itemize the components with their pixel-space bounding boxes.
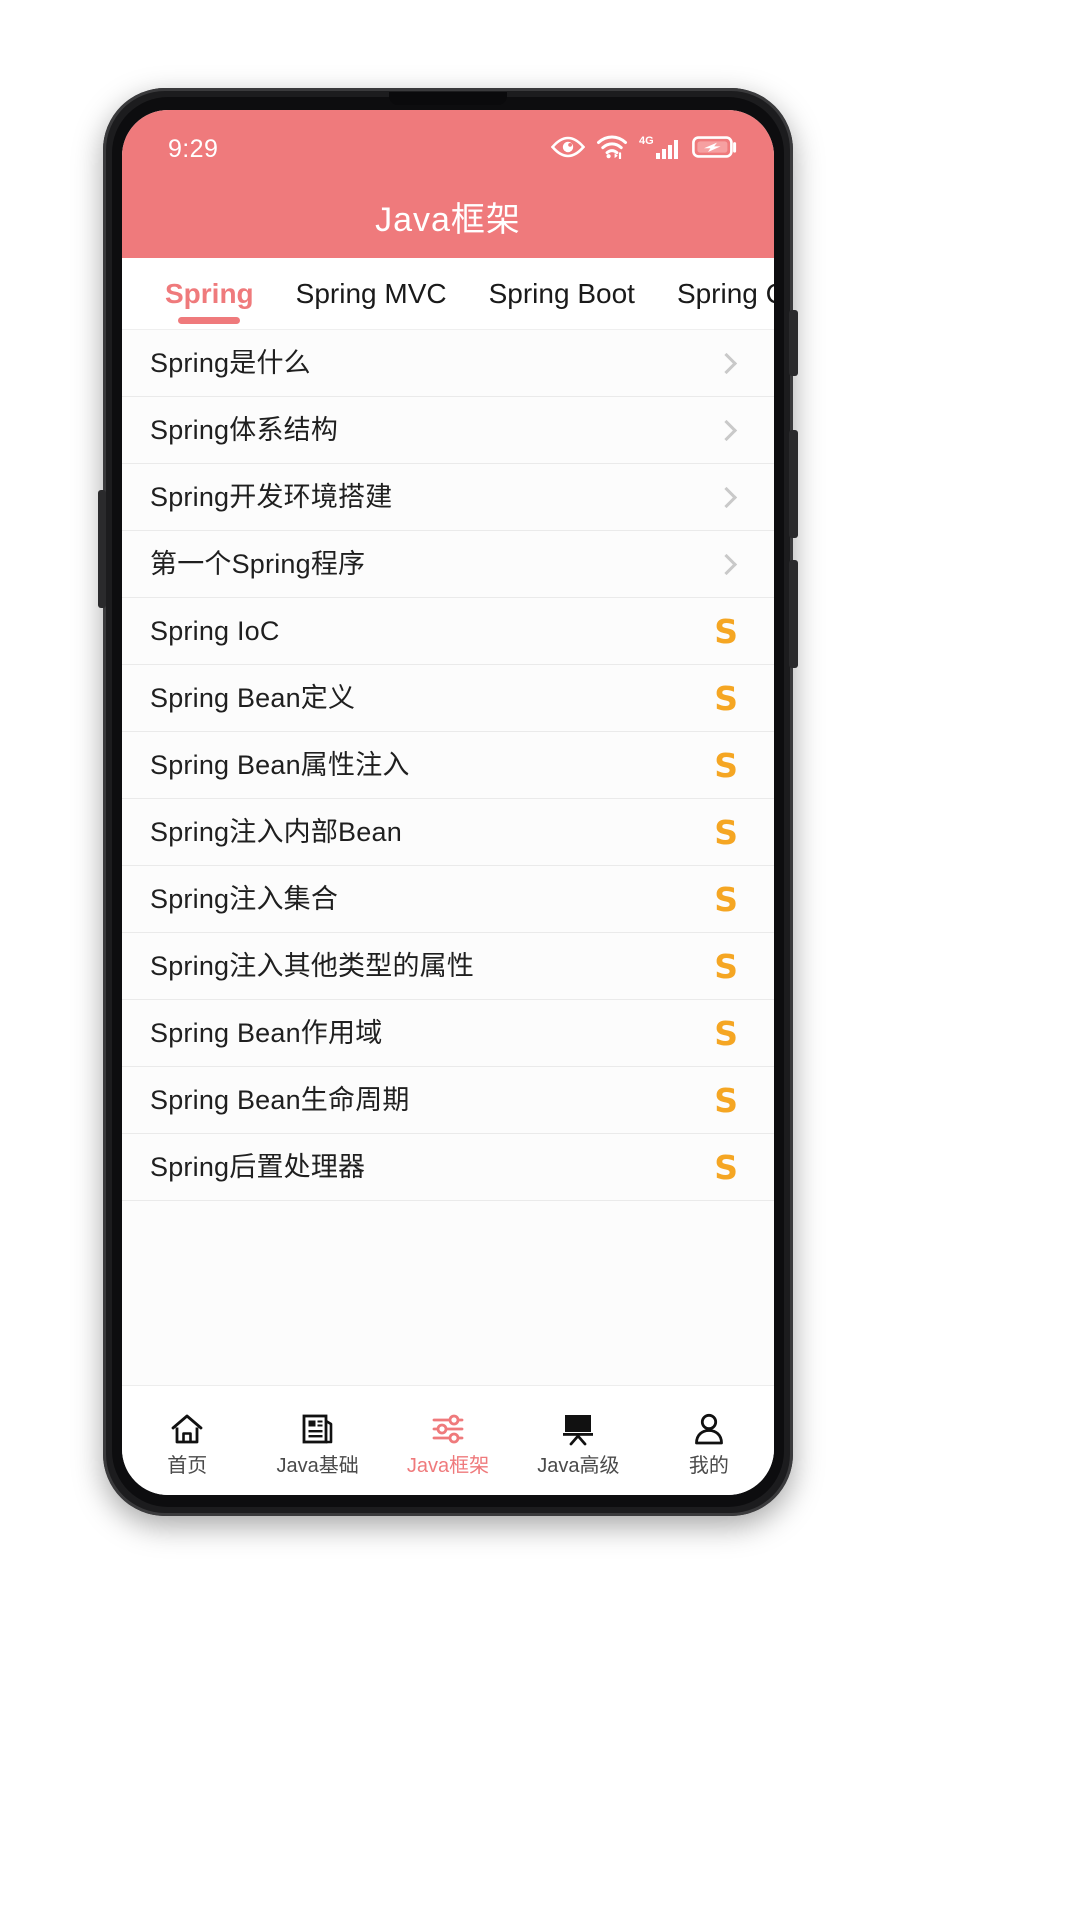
chevron-right-icon <box>715 553 738 575</box>
volume-down-button[interactable] <box>789 560 798 668</box>
sliders-icon <box>428 1409 468 1449</box>
list-item-title: Spring后置处理器 <box>150 1151 366 1182</box>
list-item[interactable]: Spring Bean定义 S <box>122 665 774 732</box>
tab-spring-cloud[interactable]: Spring Cloud <box>656 258 774 329</box>
bottom-navigation-bar[interactable]: 首页 Java基础 Java框架 Java高级 我的 <box>122 1385 774 1495</box>
battery-charging-icon <box>692 135 738 164</box>
nav-item-我的[interactable]: 我的 <box>644 1405 774 1476</box>
list-item[interactable]: Spring注入内部Bean S <box>122 799 774 866</box>
list-item[interactable]: Spring注入集合 S <box>122 866 774 933</box>
paid-content-icon: S <box>714 879 738 919</box>
document-icon <box>298 1409 338 1449</box>
paid-content-icon: S <box>714 1013 738 1053</box>
svg-text:4G: 4G <box>639 135 654 147</box>
phone-notch <box>389 92 507 105</box>
nav-item-Java框架[interactable]: Java框架 <box>383 1405 513 1476</box>
nav-item-label: Java基础 <box>276 1455 359 1477</box>
list-item-title: Spring开发环境搭建 <box>150 481 393 512</box>
nav-item-首页[interactable]: 首页 <box>122 1405 252 1476</box>
chevron-right-icon <box>715 419 738 441</box>
tab-label: Spring MVC <box>295 277 447 309</box>
list-item[interactable]: Spring是什么 <box>122 330 774 397</box>
paid-content-icon: S <box>714 745 738 785</box>
phone-screen: 9:29 4G Java框架 Spring Spring MVC Spring … <box>122 110 774 1495</box>
tab-spring-mvc[interactable]: Spring MVC <box>275 258 468 329</box>
list-item[interactable]: Spring体系结构 <box>122 397 774 464</box>
list-item[interactable]: Spring后置处理器 S <box>122 1134 774 1201</box>
status-bar: 9:29 4G <box>122 110 774 174</box>
list-item-title: Spring Bean作用域 <box>150 1017 383 1048</box>
nav-item-label: Java高级 <box>537 1455 620 1477</box>
nav-item-label: 我的 <box>688 1455 729 1477</box>
nav-item-Java基础[interactable]: Java基础 <box>252 1405 382 1476</box>
status-time: 9:29 <box>168 134 219 163</box>
list-item[interactable]: Spring Bean生命周期 S <box>122 1067 774 1134</box>
signal-4g-icon: 4G <box>639 134 681 165</box>
app-bar: Java框架 <box>122 174 774 258</box>
list-item-title: Spring Bean生命周期 <box>150 1084 410 1115</box>
tab-active-underline <box>178 316 241 324</box>
paid-content-icon: S <box>714 611 738 651</box>
paid-content-icon: S <box>714 678 738 718</box>
paid-content-icon: S <box>714 946 738 986</box>
status-icon-group: 4G <box>550 134 738 165</box>
nav-item-label: 首页 <box>167 1455 208 1477</box>
category-tab-strip[interactable]: SpringSpring MVCSpring BootSpring CloudM… <box>122 258 774 330</box>
list-item-title: Spring注入集合 <box>150 883 339 914</box>
tab-spring-boot[interactable]: Spring Boot <box>468 258 656 329</box>
list-item[interactable]: Spring开发环境搭建 <box>122 464 774 531</box>
list-item[interactable]: Spring注入其他类型的属性 S <box>122 933 774 1000</box>
wifi-icon <box>596 134 628 164</box>
paid-content-icon: S <box>714 1147 738 1187</box>
tab-label: Spring Cloud <box>676 277 774 309</box>
nav-item-Java高级[interactable]: Java高级 <box>513 1405 643 1476</box>
page-title: Java框架 <box>375 200 521 239</box>
list-item-title: Spring Bean定义 <box>150 682 356 713</box>
paid-content-icon: S <box>714 812 738 852</box>
list-item-title: 第一个Spring程序 <box>150 548 366 579</box>
home-icon <box>167 1409 207 1449</box>
paid-content-icon: S <box>714 1080 738 1120</box>
list-item-title: Spring注入内部Bean <box>150 816 402 847</box>
chevron-right-icon <box>715 352 738 374</box>
list-item-title: Spring体系结构 <box>150 414 339 445</box>
tab-spring[interactable]: Spring <box>144 258 275 329</box>
list-item-title: Spring IoC <box>150 615 280 646</box>
nav-item-label: Java框架 <box>406 1455 490 1477</box>
list-item[interactable]: Spring IoC S <box>122 598 774 665</box>
list-item[interactable]: 第一个Spring程序 <box>122 531 774 598</box>
person-icon <box>689 1409 729 1449</box>
lesson-list[interactable]: Spring是什么 Spring体系结构 Spring开发环境搭建 第一个Spring… <box>122 330 774 1385</box>
tab-label: Spring Boot <box>488 277 635 309</box>
assistant-side-button[interactable] <box>98 490 106 608</box>
list-item-title: Spring注入其他类型的属性 <box>150 950 475 981</box>
volume-up-button[interactable] <box>789 430 798 538</box>
presentation-board-icon <box>558 1409 598 1449</box>
power-button[interactable] <box>789 310 798 376</box>
list-item[interactable]: Spring Bean作用域 S <box>122 1000 774 1067</box>
tab-label: Spring <box>165 277 254 309</box>
eye-icon <box>550 136 586 163</box>
chevron-right-icon <box>715 486 738 508</box>
list-item-title: Spring是什么 <box>150 347 311 378</box>
list-item-title: Spring Bean属性注入 <box>150 749 410 780</box>
list-item[interactable]: Spring Bean属性注入 S <box>122 732 774 799</box>
